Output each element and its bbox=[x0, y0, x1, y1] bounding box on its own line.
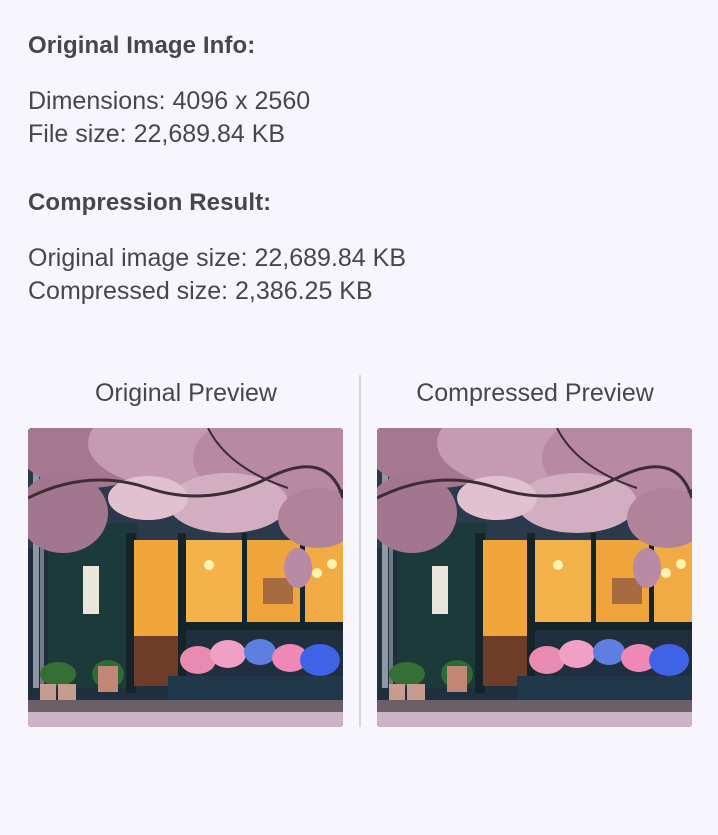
dimensions-label: Dimensions: bbox=[28, 87, 166, 115]
original-size-line: Original image size: 22,689.84 KB bbox=[28, 242, 406, 275]
original-info-title: Original Image Info: bbox=[28, 32, 256, 59]
original-preview-image[interactable] bbox=[28, 428, 343, 727]
compressed-size-label: Compressed size: bbox=[28, 277, 229, 305]
compressed-size-line: Compressed size: 2,386.25 KB bbox=[28, 275, 373, 308]
compressed-storefront-picture bbox=[377, 428, 692, 727]
compression-result-title: Compression Result: bbox=[28, 189, 272, 216]
dimensions-value: 4096 x 2560 bbox=[172, 87, 311, 115]
file-size-value: 22,689.84 KB bbox=[133, 120, 286, 148]
compressed-size-value: 2,386.25 KB bbox=[235, 277, 373, 305]
original-storefront-picture bbox=[28, 428, 343, 727]
original-size-value: 22,689.84 KB bbox=[254, 244, 406, 272]
compressed-preview-panel: Compressed Preview bbox=[377, 375, 693, 727]
original-preview-title: Original Preview bbox=[94, 379, 277, 407]
file-size-label: File size: bbox=[28, 120, 127, 148]
file-size-line: File size: 22,689.84 KB bbox=[28, 118, 285, 151]
compressed-preview-title: Compressed Preview bbox=[416, 379, 654, 407]
preview-divider bbox=[359, 375, 361, 727]
original-size-label: Original image size: bbox=[28, 244, 248, 272]
original-preview-panel: Original Preview bbox=[28, 375, 344, 727]
dimensions-line: Dimensions: 4096 x 2560 bbox=[28, 85, 310, 118]
compressed-preview-image[interactable] bbox=[377, 428, 692, 727]
